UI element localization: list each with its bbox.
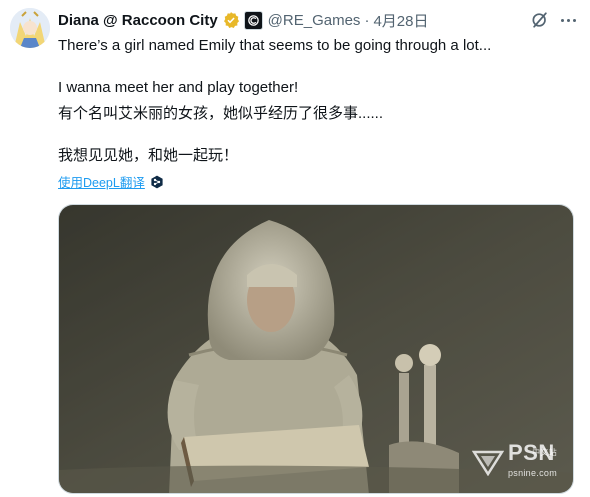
- watermark: PSN 中文站 psnine.com: [471, 442, 557, 483]
- user-handle[interactable]: @RE_Games: [268, 12, 361, 29]
- tweet-text-line: There’s a girl named Emily that seems to…: [58, 37, 492, 54]
- tweet-text-line: I wanna meet her and play together!: [58, 79, 299, 96]
- more-options-icon[interactable]: [556, 8, 580, 32]
- avatar[interactable]: [10, 8, 50, 48]
- translate-label[interactable]: 使用DeepL翻译: [58, 172, 145, 191]
- tweet-media-image[interactable]: PSN 中文站 psnine.com: [58, 204, 574, 494]
- watermark-sub: psnine.com: [507, 468, 557, 478]
- grok-icon[interactable]: [530, 10, 550, 30]
- tweet-text-line: 有个名叫艾米丽的女孩，她似乎经历了很多事......: [58, 105, 384, 122]
- tweet-text-line: 我想见见她，和她一起玩！: [58, 147, 239, 164]
- display-name[interactable]: Diana @ Raccoon City: [58, 12, 218, 29]
- tweet-date[interactable]: 4月28日: [373, 10, 428, 31]
- psn-logo-icon: [471, 450, 504, 476]
- verified-badge-icon[interactable]: [222, 11, 240, 29]
- tweet-header: Diana @ Raccoon City @RE_Games · 4月28日: [58, 10, 540, 30]
- separator-dot: ·: [364, 11, 370, 29]
- deepl-icon: [150, 175, 164, 189]
- watermark-cn: 中文站: [532, 448, 557, 457]
- translate-link[interactable]: 使用DeepL翻译: [58, 172, 164, 191]
- affiliate-logo-icon[interactable]: [243, 10, 263, 30]
- avatar-illustration: [10, 8, 50, 48]
